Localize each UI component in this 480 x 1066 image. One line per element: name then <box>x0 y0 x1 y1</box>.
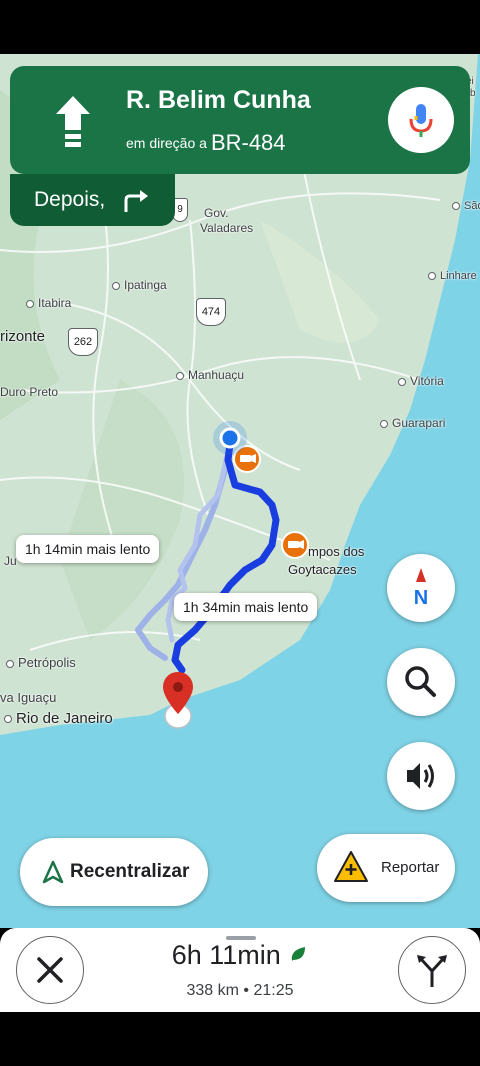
alt-route-callout[interactable]: 1h 14min mais lento <box>16 535 160 563</box>
voice-search-button[interactable] <box>388 87 454 153</box>
search-icon <box>405 666 436 697</box>
report-label: Reportar <box>381 859 440 876</box>
speed-camera-icon[interactable] <box>280 530 310 560</box>
place-label: Guarapari <box>380 416 445 430</box>
report-icon <box>334 851 368 882</box>
destination-pin-icon[interactable] <box>160 670 196 730</box>
place-label: Goytacazes <box>288 562 357 577</box>
straight-arrow-icon <box>56 96 90 147</box>
place-label: Vitória <box>398 374 444 388</box>
compass-button[interactable]: N <box>387 554 455 622</box>
compass-label: N <box>414 587 428 609</box>
place-label: Manhuaçu <box>176 368 244 382</box>
recenter-label: Recentralizar <box>70 861 190 882</box>
toward-road: em direção a BR-484 <box>126 130 286 155</box>
place-label: Ipatinga <box>112 278 167 292</box>
report-button[interactable]: Reportar <box>317 834 455 902</box>
road-shield: 474 <box>196 298 226 326</box>
place-label: mpos dos <box>308 544 365 559</box>
place-label: b <box>470 88 476 99</box>
system-nav-bar <box>0 1012 480 1066</box>
then-instruction-card[interactable]: Depois, <box>10 174 175 226</box>
place-label: Petrópolis <box>6 655 76 670</box>
alt-route-callout[interactable]: 1h 34min mais lento <box>174 593 318 621</box>
place-label: Itabira <box>26 296 71 310</box>
next-street-name: R. Belim Cunha <box>126 86 311 114</box>
place-label: Linhare <box>428 270 477 282</box>
navigation-arrow-icon <box>42 860 64 884</box>
current-location-icon <box>213 421 247 455</box>
place-label: va Iguaçu <box>0 690 57 705</box>
place-label: Valadares <box>200 221 254 235</box>
navigation-instruction-card[interactable]: R. Belim Cunha em direção a BR-484 <box>10 66 470 174</box>
terrain <box>260 220 380 343</box>
trip-summary-sheet[interactable]: 6h 11min 338 km • 21:25 <box>0 928 480 1012</box>
alternate-routes-button[interactable] <box>398 936 466 1004</box>
volume-icon <box>407 763 434 789</box>
turn-right-arrow-icon <box>124 190 148 212</box>
eco-leaf-icon <box>292 947 306 961</box>
place-label: Ju <box>4 554 17 568</box>
route-fork-icon <box>417 955 447 987</box>
place-label: Duro Preto <box>0 385 59 399</box>
place-label: São <box>452 200 480 212</box>
place-label: Rio de Janeiro <box>4 710 113 727</box>
then-label: Depois, <box>34 188 106 211</box>
road-shield: 262 <box>68 328 98 356</box>
sound-button[interactable] <box>387 742 455 810</box>
place-label: rizonte <box>0 328 46 345</box>
place-label: Gov. <box>204 206 229 220</box>
search-button[interactable] <box>387 648 455 716</box>
recenter-button[interactable]: Recentralizar <box>20 838 208 906</box>
status-bar <box>0 0 480 54</box>
compass-icon: N <box>414 568 428 609</box>
mic-icon <box>409 104 433 137</box>
